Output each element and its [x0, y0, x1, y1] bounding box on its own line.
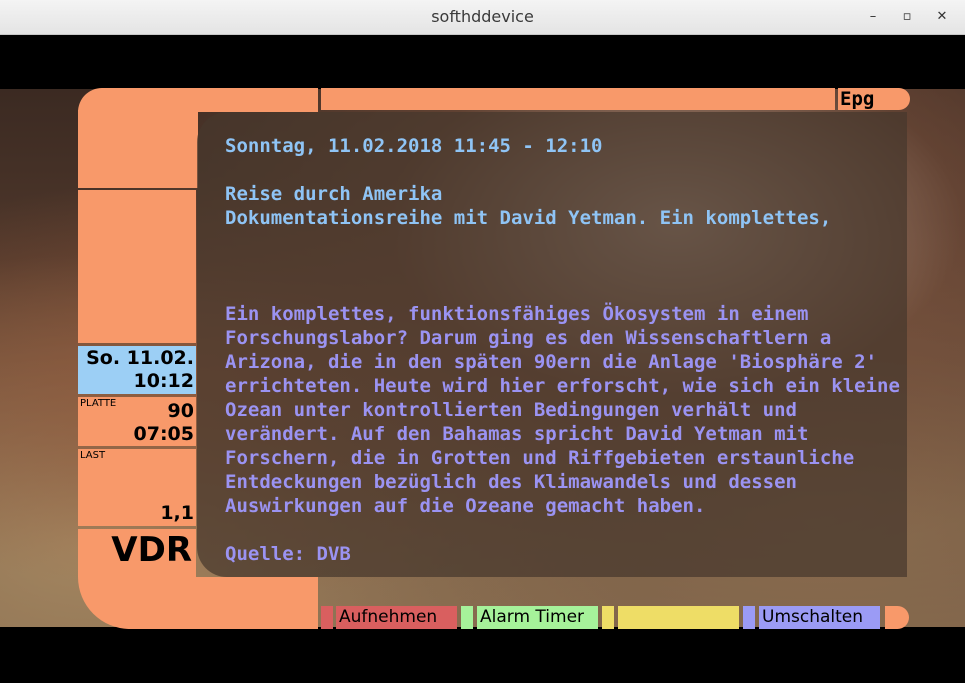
epg-short-text: Dokumentationsreihe mit David Yetman. Ei…: [225, 207, 832, 229]
window-title: softhddevice: [431, 7, 534, 26]
blue-button-marker: [743, 606, 755, 629]
epg-title: Reise durch Amerika: [225, 183, 443, 205]
blue-button[interactable]: Umschalten: [759, 606, 880, 629]
epg-datetime: Sonntag, 11.02.2018 11:45 - 12:10: [225, 135, 603, 157]
load-value: 1,1: [160, 502, 194, 524]
red-button[interactable]: Aufnehmen: [336, 606, 457, 629]
window-titlebar: softhddevice – ▫ ✕: [0, 0, 965, 35]
epg-description-line: Forschern, die in Grotten und Riffgebiet…: [225, 447, 855, 469]
disk-box: PLATTE 90 07:05: [78, 397, 196, 446]
red-button-marker: [321, 606, 333, 629]
minimize-icon[interactable]: –: [864, 8, 882, 26]
date-box: So. 11.02. 10:12: [78, 346, 196, 394]
epg-description-line: Auswirkungen auf die Ozeane gemacht habe…: [225, 495, 706, 517]
epg-label: Epg: [840, 88, 875, 110]
yellow-button[interactable]: [618, 606, 739, 629]
sidebar-block-1: [78, 190, 196, 343]
epg-description-line: Ein komplettes, funktionsfähiges Ökosyst…: [225, 303, 809, 325]
epg-label-box: Epg: [838, 88, 910, 110]
load-box: LAST 1,1: [78, 449, 196, 526]
epg-description-line: Forschungslabor? Darum ging es den Wisse…: [225, 327, 832, 349]
disk-label: PLATTE: [80, 398, 117, 409]
epg-description-line: verändert. Auf den Bahamas spricht David…: [225, 423, 809, 445]
frame-bottom-left-curve: [78, 577, 318, 629]
load-label: LAST: [80, 450, 106, 461]
frame-top-bar: [321, 88, 835, 110]
logo-box: VDR: [78, 529, 196, 577]
disk-time: 07:05: [133, 423, 194, 445]
close-icon[interactable]: ✕: [933, 8, 951, 26]
epg-description-line: errichteten. Heute wird hier erforscht, …: [225, 375, 900, 397]
yellow-button-marker: [602, 606, 614, 629]
epg-description-line: Entdeckungen bezüglich des Klimawandels …: [225, 471, 797, 493]
vdr-logo: VDR: [111, 530, 192, 570]
epg-source: Quelle: DVB: [225, 543, 351, 565]
sidebar-date: So. 11.02.: [86, 347, 194, 369]
disk-percent: 90: [167, 400, 194, 422]
sidebar-time: 10:12: [133, 370, 194, 392]
frame-top-left-curve: [78, 88, 318, 112]
epg-description-line: Ozean unter kontrollierten Bedingungen v…: [225, 399, 797, 421]
green-button-marker: [461, 606, 473, 629]
frame-top-left-block: [78, 110, 198, 188]
green-button[interactable]: Alarm Timer: [477, 606, 598, 629]
maximize-icon[interactable]: ▫: [898, 8, 916, 26]
epg-description-line: Arizona, die in den späten 90ern die Anl…: [225, 351, 878, 373]
frame-bottom-right-cap: [885, 606, 909, 629]
